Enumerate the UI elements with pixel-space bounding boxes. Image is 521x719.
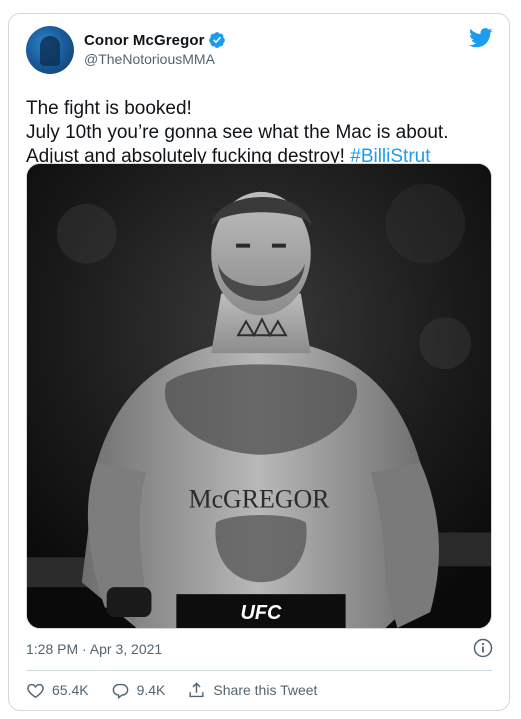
share-icon <box>189 681 204 697</box>
twitter-bird-icon[interactable] <box>469 28 493 48</box>
reply-count: 9.4K <box>136 682 166 698</box>
author-names: Conor McGregor @TheNotoriousMMA <box>84 30 226 67</box>
tweet-actions: 65.4K 9.4K Share this Tweet <box>26 680 339 700</box>
tweet-timestamp[interactable]: 1:28 PM · Apr 3, 2021 <box>26 641 162 657</box>
like-button[interactable]: 65.4K <box>26 681 89 700</box>
share-label: Share this Tweet <box>213 682 318 698</box>
tweet-photo[interactable]: McGREGOR UFC <box>26 163 492 629</box>
reply-bubble-icon <box>112 683 128 699</box>
tweet-text: The fight is booked! July 10th you’re go… <box>26 97 496 169</box>
share-button[interactable]: Share this Tweet <box>187 681 317 700</box>
tweet-text-line-1: The fight is booked! <box>26 98 192 119</box>
verified-badge-icon <box>208 32 225 48</box>
tweet-header: Conor McGregor @TheNotoriousMMA <box>26 26 493 78</box>
fighter-photo: McGREGOR UFC <box>27 164 491 628</box>
chest-tattoo-text: McGREGOR <box>189 485 331 514</box>
tweet-text-line-2: July 10th you’re gonna see what the Mac … <box>26 122 449 143</box>
reply-button[interactable]: 9.4K <box>111 681 166 700</box>
tweet-card[interactable]: Conor McGregor @TheNotoriousMMA The figh… <box>8 13 510 711</box>
like-count: 65.4K <box>52 682 89 698</box>
author-avatar[interactable] <box>26 26 74 74</box>
heart-icon <box>27 683 44 698</box>
info-icon[interactable] <box>473 638 493 658</box>
divider <box>26 670 492 671</box>
author-handle[interactable]: @TheNotoriousMMA <box>84 51 226 67</box>
author-display-name[interactable]: Conor McGregor <box>84 32 205 49</box>
shorts-logo-text: UFC <box>241 602 283 624</box>
